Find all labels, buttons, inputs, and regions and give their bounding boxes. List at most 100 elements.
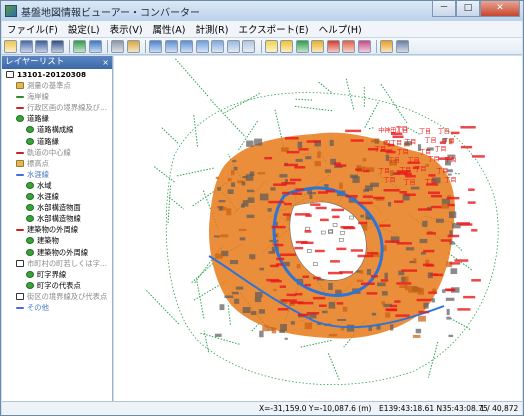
menu-measure[interactable]: 計測(R) (190, 22, 233, 36)
block-shape (215, 176, 219, 179)
zoom-out-icon[interactable] (180, 39, 193, 53)
visible-toggle-icon[interactable] (26, 193, 34, 201)
layer-item[interactable]: 道路縁 (2, 136, 112, 147)
block-shape (405, 247, 415, 251)
export-icon[interactable] (342, 39, 355, 53)
visible-toggle-icon[interactable] (16, 115, 24, 123)
layer-item[interactable]: 水域 (2, 180, 112, 191)
layer-item[interactable]: 建築物の外周線 (2, 224, 112, 235)
town-label-marker (392, 135, 404, 139)
block-shape (214, 333, 222, 337)
town-label-marker (304, 283, 311, 287)
layer-item[interactable]: 街区の境界線及び代表点 (2, 291, 112, 302)
visible-toggle-icon[interactable] (26, 181, 34, 189)
flag-red-icon[interactable] (326, 39, 340, 53)
block-shape (314, 160, 322, 167)
block-shape (383, 245, 387, 252)
folder-icon (16, 159, 24, 167)
visible-toggle-icon[interactable] (26, 215, 34, 223)
about-icon[interactable] (395, 39, 409, 53)
visible-toggle-icon[interactable] (26, 248, 34, 256)
layer-item[interactable]: 軌道の中心線 (2, 147, 112, 158)
label-icon[interactable] (264, 39, 278, 53)
town-label-marker (358, 221, 368, 225)
layer-item[interactable]: 町字界線 (2, 269, 112, 280)
disk-icon[interactable] (50, 39, 64, 53)
save-as-icon[interactable] (35, 39, 48, 53)
select-icon[interactable] (226, 39, 240, 53)
town-label-marker (396, 282, 412, 285)
town-label: 丁目 (404, 180, 416, 187)
help-icon[interactable] (380, 39, 393, 53)
visible-toggle-icon[interactable] (26, 204, 34, 212)
flag-icon[interactable] (311, 39, 324, 53)
layer-item[interactable]: 道路縁 (2, 113, 112, 124)
grid-icon[interactable] (357, 39, 371, 53)
visible-toggle-icon[interactable] (26, 237, 34, 245)
layer-item[interactable]: 行政区画の境界線及び... (2, 102, 112, 113)
minimize-button[interactable]: － (432, 1, 456, 17)
save-icon[interactable] (19, 39, 33, 53)
menu-help[interactable]: ヘルプ(H) (314, 22, 367, 36)
menu-settings[interactable]: 設定(L) (63, 22, 105, 36)
visible-toggle-icon[interactable] (26, 281, 34, 289)
layer-item[interactable]: 13101-20120308 (2, 69, 112, 80)
block-shape (251, 257, 255, 260)
road-line (345, 77, 355, 110)
menu-attribute[interactable]: 属性(A) (148, 22, 191, 36)
layer-item[interactable]: 水涯線 (2, 169, 112, 180)
block-shape (268, 251, 276, 254)
title-bar[interactable]: 基盤地図情報ビューアー・コンバーター － □ ✕ (1, 1, 523, 21)
layer-item[interactable]: 測量の基準点 (2, 80, 112, 91)
menu-export[interactable]: エクスポート(E) (233, 22, 313, 36)
block-shape (450, 268, 458, 275)
road-line (294, 105, 333, 112)
layer-item[interactable]: 建築物の外周線 (2, 247, 112, 258)
visible-toggle-icon[interactable] (26, 270, 34, 278)
zoom-fit-icon[interactable] (195, 39, 209, 53)
visible-toggle-icon[interactable] (26, 126, 34, 134)
close-button[interactable]: ✕ (480, 1, 520, 17)
town-label-marker (428, 191, 440, 195)
layer-item[interactable]: 水部構造物線 (2, 213, 112, 224)
layer-item[interactable]: 海岸線 (2, 91, 112, 102)
layer-item[interactable]: その他 (2, 302, 112, 313)
layer-item[interactable]: 水涯線 (2, 191, 112, 202)
layer-item[interactable]: 町字の代表点 (2, 280, 112, 291)
town-label-marker (446, 196, 460, 200)
pan-icon[interactable] (211, 39, 224, 53)
block-shape (238, 228, 247, 232)
panel-close-button[interactable]: × (102, 56, 109, 69)
open-folder-icon[interactable] (4, 39, 17, 53)
print-icon[interactable] (111, 39, 124, 53)
layer-item-label: 水涯線 (37, 192, 59, 202)
map-canvas[interactable]: 中神田丁目丁目 丁目 丁目四丁目 丁目 丁目 丁目丁目 丁目 丁目 丁目丁目 丁目 丁目 丁目丁目 丁目… (114, 56, 522, 401)
menu-bar: ファイル(F) 設定(L) 表示(V) 属性(A) 計測(R) エクスポート(E… (2, 21, 522, 38)
layer-item[interactable]: 市町村の町若しくは字... (2, 258, 112, 269)
block-shape (328, 333, 338, 337)
layer-blue-icon[interactable] (88, 39, 102, 53)
block-shape (359, 270, 364, 274)
menu-view[interactable]: 表示(V) (105, 22, 148, 36)
zoom-in-icon[interactable] (164, 39, 178, 53)
layer-item[interactable]: 道路構成線 (2, 124, 112, 135)
visible-toggle-icon[interactable] (26, 137, 34, 145)
town-label: 丁目 (444, 177, 456, 184)
block-shape (304, 322, 313, 330)
town-label: 丁目 (397, 149, 409, 156)
menu-file[interactable]: ファイル(F) (2, 22, 63, 36)
layer-green-icon[interactable] (73, 39, 86, 53)
edit-icon[interactable] (295, 39, 309, 53)
copy-icon[interactable] (126, 39, 140, 53)
line-style-icon (16, 173, 24, 176)
layer-item[interactable]: 標高点 (2, 158, 112, 169)
layer-item-label: 建築物 (37, 236, 59, 246)
layer-item[interactable]: 水部構造物面 (2, 202, 112, 213)
maximize-button[interactable]: □ (456, 1, 480, 17)
layer-item[interactable]: 建築物 (2, 235, 112, 246)
chart-icon[interactable] (280, 39, 293, 53)
map-view[interactable]: 中神田丁目 丁目 丁目 丁目 四丁目 丁目 丁目 丁目 丁目 丁目 丁目 丁目 丁目 丁目 丁目 丁目 丁目 丁目… (114, 56, 522, 401)
measure-icon[interactable] (242, 39, 255, 53)
block-shape (371, 312, 377, 316)
rectangle-icon[interactable] (149, 39, 162, 53)
